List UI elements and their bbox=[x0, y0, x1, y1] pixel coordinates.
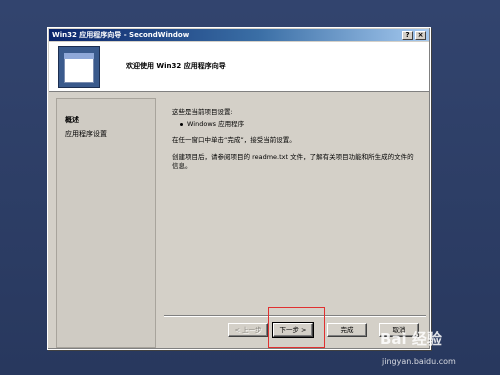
watermark-brand: Bai 经验 bbox=[380, 330, 442, 348]
finish-instruction: 在任一窗口中单击“完成”，接受当前设置。 bbox=[172, 136, 296, 144]
help-button[interactable]: ? bbox=[402, 31, 413, 40]
nav-item-app-settings[interactable]: 应用程序设置 bbox=[65, 129, 107, 139]
settings-bullet-item: Windows 应用程序 bbox=[180, 120, 419, 129]
page-title: 欢迎使用 Win32 应用程序向导 bbox=[126, 62, 226, 70]
wizard-dialog: Win32 应用程序向导 - SecondWindow ? × 欢迎使用 Win… bbox=[47, 27, 431, 350]
wizard-header: 欢迎使用 Win32 应用程序向导 bbox=[49, 42, 429, 92]
window-title: Win32 应用程序向导 - SecondWindow bbox=[52, 31, 190, 39]
wizard-nav: 概述 应用程序设置 bbox=[56, 98, 156, 348]
watermark-site: jingyan.baidu.com bbox=[382, 357, 456, 366]
readme-note: 创建项目后，请参阅项目的 readme.txt 文件，了解有关项目功能和所生成的… bbox=[172, 153, 414, 170]
wizard-window-icon bbox=[58, 46, 100, 88]
settings-intro: 这些是当前项目设置: bbox=[172, 108, 233, 116]
next-button-highlight bbox=[268, 307, 325, 348]
nav-item-overview[interactable]: 概述 bbox=[65, 115, 79, 125]
wizard-content: 这些是当前项目设置: Windows 应用程序 在任一窗口中单击“完成”，接受当… bbox=[164, 98, 425, 314]
bullet-label: Windows 应用程序 bbox=[187, 120, 245, 128]
title-bar[interactable]: Win32 应用程序向导 - SecondWindow ? × bbox=[49, 29, 429, 41]
finish-button[interactable]: 完成 bbox=[327, 323, 367, 337]
bullet-icon bbox=[180, 122, 183, 126]
back-button[interactable]: < 上一步 bbox=[228, 323, 268, 337]
close-button[interactable]: × bbox=[415, 31, 426, 40]
